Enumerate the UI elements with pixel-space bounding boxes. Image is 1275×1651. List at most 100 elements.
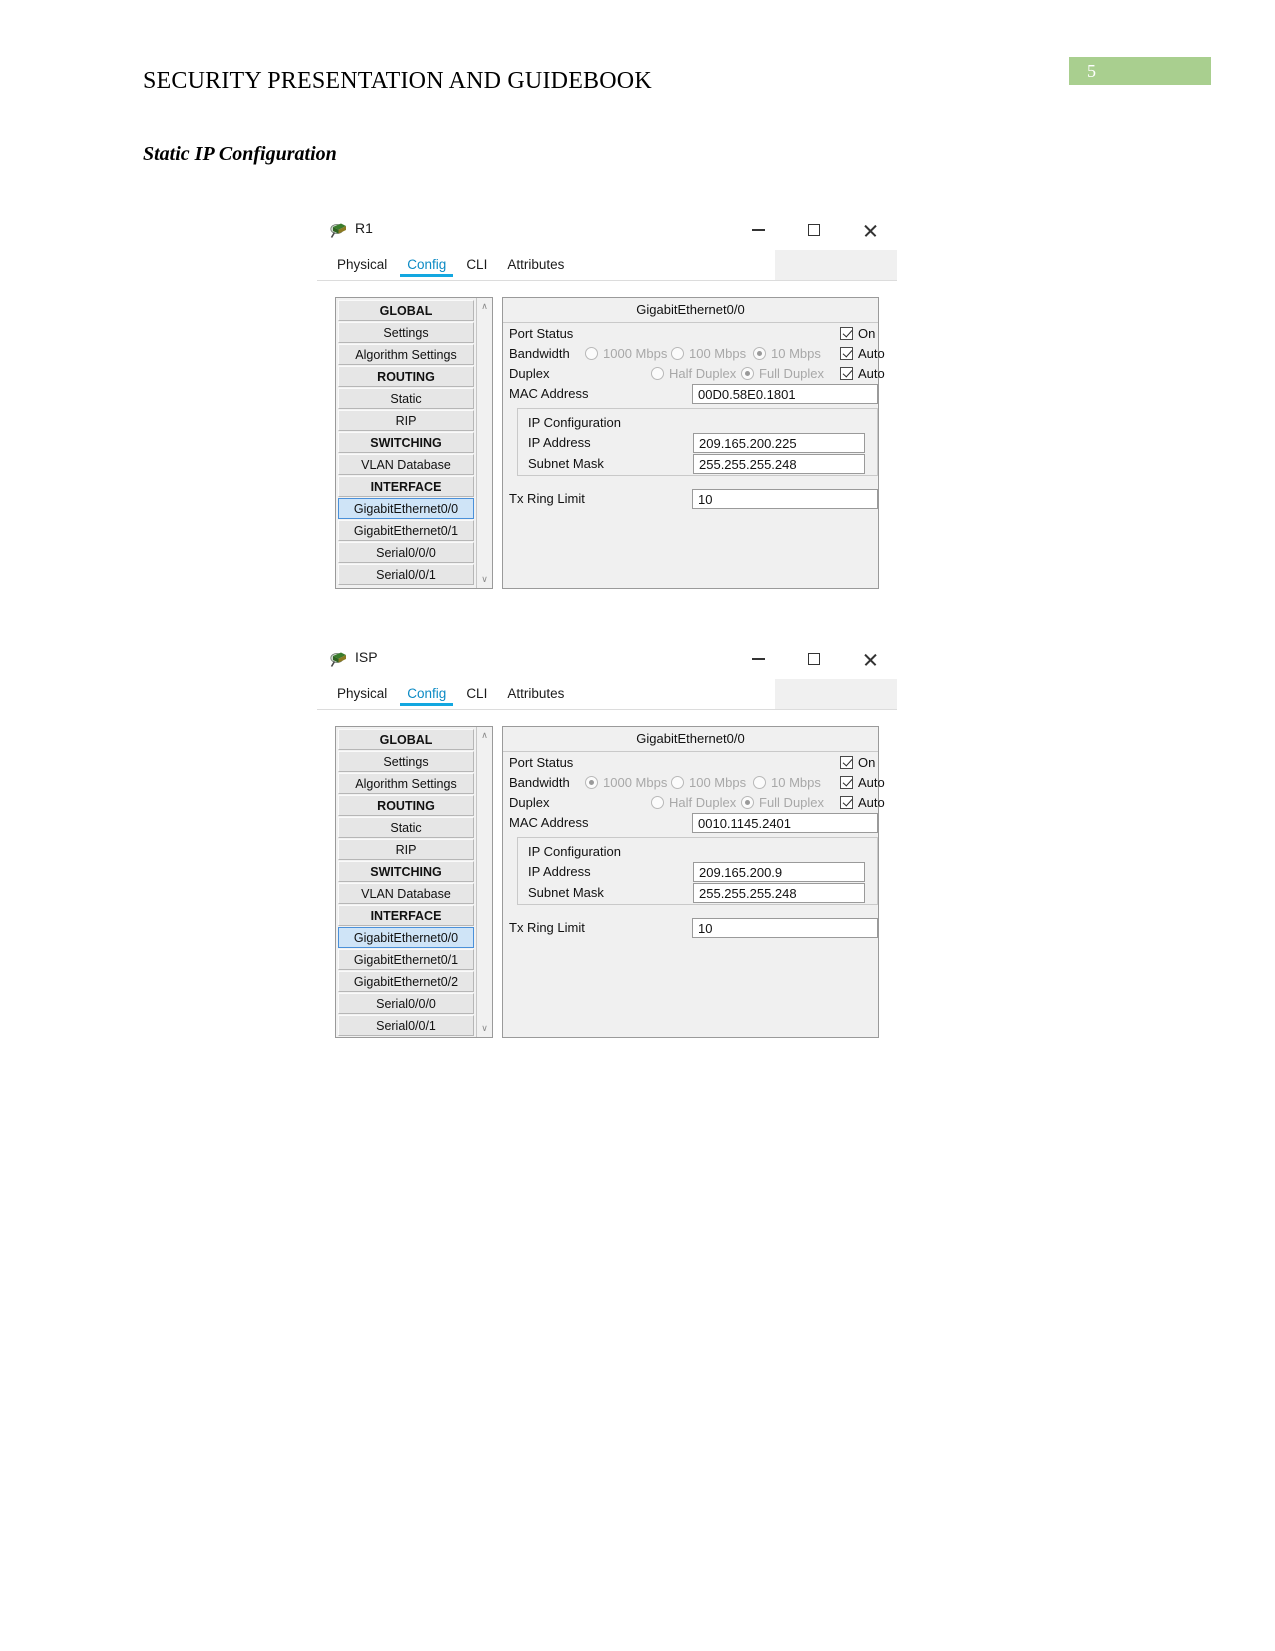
tree-item-gigabitethernet0-0[interactable]: GigabitEthernet0/0: [338, 927, 474, 948]
tree-item-serial0-0-0[interactable]: Serial0/0/0: [338, 542, 474, 563]
bandwidth-option-100-mbps[interactable]: 100 Mbps: [671, 775, 746, 790]
tree-item-vlan-database[interactable]: VLAN Database: [338, 454, 474, 475]
tab-attributes[interactable]: Attributes: [497, 679, 574, 706]
tree-item-gigabitethernet0-2[interactable]: GigabitEthernet0/2: [338, 971, 474, 992]
packet-tracer-router-icon: [329, 649, 349, 669]
maximize-glyph: [808, 224, 820, 236]
chevron-up-icon[interactable]: ∧: [480, 731, 489, 740]
tab-config[interactable]: Config: [397, 679, 456, 706]
bandwidth-option-1000-mbps[interactable]: 1000 Mbps: [585, 775, 667, 790]
tree-item-algorithm-settings[interactable]: Algorithm Settings: [338, 344, 474, 365]
tree-group-global: GLOBAL: [338, 300, 474, 321]
tree-group-interface: INTERFACE: [338, 476, 474, 497]
bandwidth-option-100-mbps-radio-icon[interactable]: [671, 776, 684, 789]
duplex-auto-checkbox[interactable]: Auto: [840, 795, 885, 810]
tree-item-static[interactable]: Static: [338, 817, 474, 838]
tree-scrollbar[interactable]: ∧ ∨: [476, 298, 492, 588]
bandwidth-auto-checkbox[interactable]: Auto: [840, 775, 885, 790]
bandwidth-option-10-mbps-radio-icon[interactable]: [753, 347, 766, 360]
tx-ring-limit-label: Tx Ring Limit: [509, 491, 585, 506]
duplex-option-full-duplex[interactable]: Full Duplex: [741, 366, 824, 381]
subnet-mask-field[interactable]: 255.255.255.248: [693, 454, 865, 474]
window-title: ISP: [355, 649, 378, 665]
port-status-on-checkbox-checkbox-icon[interactable]: [840, 756, 853, 769]
tree-item-algorithm-settings[interactable]: Algorithm Settings: [338, 773, 474, 794]
bandwidth-auto-checkbox-label: Auto: [858, 346, 885, 361]
bandwidth-option-100-mbps-radio-icon[interactable]: [671, 347, 684, 360]
port-status-on-checkbox-checkbox-icon[interactable]: [840, 327, 853, 340]
duplex-auto-checkbox-checkbox-icon[interactable]: [840, 796, 853, 809]
bandwidth-auto-checkbox[interactable]: Auto: [840, 346, 885, 361]
maximize-button[interactable]: [791, 210, 837, 250]
tree-item-serial0-0-0[interactable]: Serial0/0/0: [338, 993, 474, 1014]
tab-cli[interactable]: CLI: [456, 679, 497, 706]
bandwidth-auto-checkbox-checkbox-icon[interactable]: [840, 347, 853, 360]
duplex-option-half-duplex-radio-icon[interactable]: [651, 367, 664, 380]
maximize-button[interactable]: [791, 639, 837, 679]
duplex-option-half-duplex[interactable]: Half Duplex: [651, 795, 736, 810]
duplex-option-full-duplex-label: Full Duplex: [759, 366, 825, 381]
tree-item-rip[interactable]: RIP: [338, 410, 474, 431]
port-status-label: Port Status: [509, 755, 574, 770]
ip-address-field[interactable]: 209.165.200.225: [693, 433, 865, 453]
tab-physical[interactable]: Physical: [327, 679, 397, 706]
ip-address-label: IP Address: [528, 435, 591, 450]
bandwidth-auto-checkbox-checkbox-icon[interactable]: [840, 776, 853, 789]
duplex-option-full-duplex-radio-icon[interactable]: [741, 367, 754, 380]
tab-attributes[interactable]: Attributes: [497, 250, 574, 277]
tree-item-gigabitethernet0-1[interactable]: GigabitEthernet0/1: [338, 949, 474, 970]
bandwidth-option-1000-mbps-radio-icon[interactable]: [585, 776, 598, 789]
interface-panel-title: GigabitEthernet0/0: [503, 298, 878, 323]
tx-ring-limit-field[interactable]: 10: [692, 489, 878, 509]
tree-item-serial0-0-1[interactable]: Serial0/0/1: [338, 1015, 474, 1036]
bandwidth-option-1000-mbps[interactable]: 1000 Mbps: [585, 346, 667, 361]
chevron-up-icon[interactable]: ∧: [480, 302, 489, 311]
tab-config[interactable]: Config: [397, 250, 456, 277]
tree-item-serial0-0-1[interactable]: Serial0/0/1: [338, 564, 474, 585]
tab-list: Physical Config CLI Attributes: [327, 679, 574, 706]
tree-item-rip[interactable]: RIP: [338, 839, 474, 860]
tree-item-gigabitethernet0-0[interactable]: GigabitEthernet0/0: [338, 498, 474, 519]
chevron-down-icon[interactable]: ∨: [480, 575, 489, 584]
window-titlebar: ISP: [317, 639, 897, 679]
minimize-button[interactable]: [735, 210, 781, 250]
chevron-down-icon[interactable]: ∨: [480, 1024, 489, 1033]
minimize-button[interactable]: [735, 639, 781, 679]
duplex-auto-checkbox-label: Auto: [858, 366, 885, 381]
tab-cli[interactable]: CLI: [456, 250, 497, 277]
tree-group-routing: ROUTING: [338, 795, 474, 816]
mac-address-label: MAC Address: [509, 815, 589, 830]
duplex-option-full-duplex[interactable]: Full Duplex: [741, 795, 824, 810]
port-status-on-checkbox[interactable]: On: [840, 755, 875, 770]
subnet-mask-field[interactable]: 255.255.255.248: [693, 883, 865, 903]
bandwidth-option-10-mbps[interactable]: 10 Mbps: [753, 775, 821, 790]
tree-item-vlan-database[interactable]: VLAN Database: [338, 883, 474, 904]
bandwidth-option-10-mbps-radio-icon[interactable]: [753, 776, 766, 789]
maximize-glyph: [808, 653, 820, 665]
tab-physical[interactable]: Physical: [327, 250, 397, 277]
duplex-auto-checkbox-checkbox-icon[interactable]: [840, 367, 853, 380]
duplex-option-full-duplex-radio-icon[interactable]: [741, 796, 754, 809]
bandwidth-option-10-mbps[interactable]: 10 Mbps: [753, 346, 821, 361]
tx-ring-limit-field[interactable]: 10: [692, 918, 878, 938]
tree-item-settings[interactable]: Settings: [338, 751, 474, 772]
duplex-option-half-duplex[interactable]: Half Duplex: [651, 366, 736, 381]
close-button[interactable]: [847, 639, 893, 679]
ip-configuration-group-label: IP Configuration: [528, 844, 621, 859]
port-status-on-checkbox-label: On: [858, 326, 876, 341]
tree-item-gigabitethernet0-1[interactable]: GigabitEthernet0/1: [338, 520, 474, 541]
config-body: GLOBAL Settings Algorithm Settings ROUTING S…: [317, 281, 897, 599]
close-button[interactable]: [847, 210, 893, 250]
ip-address-field[interactable]: 209.165.200.9: [693, 862, 865, 882]
close-glyph: [863, 652, 878, 667]
tree-item-static[interactable]: Static: [338, 388, 474, 409]
mac-address-field[interactable]: 00D0.58E0.1801: [692, 384, 878, 404]
duplex-auto-checkbox[interactable]: Auto: [840, 366, 885, 381]
mac-address-field[interactable]: 0010.1145.2401: [692, 813, 878, 833]
duplex-option-half-duplex-radio-icon[interactable]: [651, 796, 664, 809]
tree-item-settings[interactable]: Settings: [338, 322, 474, 343]
bandwidth-option-1000-mbps-radio-icon[interactable]: [585, 347, 598, 360]
port-status-on-checkbox[interactable]: On: [840, 326, 875, 341]
bandwidth-option-100-mbps[interactable]: 100 Mbps: [671, 346, 746, 361]
tree-scrollbar[interactable]: ∧ ∨: [476, 727, 492, 1037]
